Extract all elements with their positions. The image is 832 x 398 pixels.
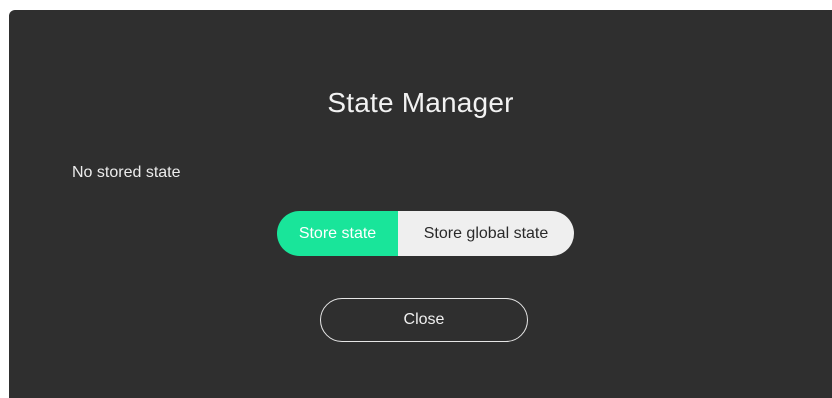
store-state-button-group: Store state Store global state [277,211,574,256]
store-global-state-button[interactable]: Store global state [398,211,574,256]
stored-state-status: No stored state [72,164,181,181]
close-button[interactable]: Close [320,298,528,342]
state-manager-dialog: State Manager No stored state Store stat… [9,10,832,398]
store-state-button[interactable]: Store state [277,211,398,256]
dialog-title: State Manager [327,87,514,118]
